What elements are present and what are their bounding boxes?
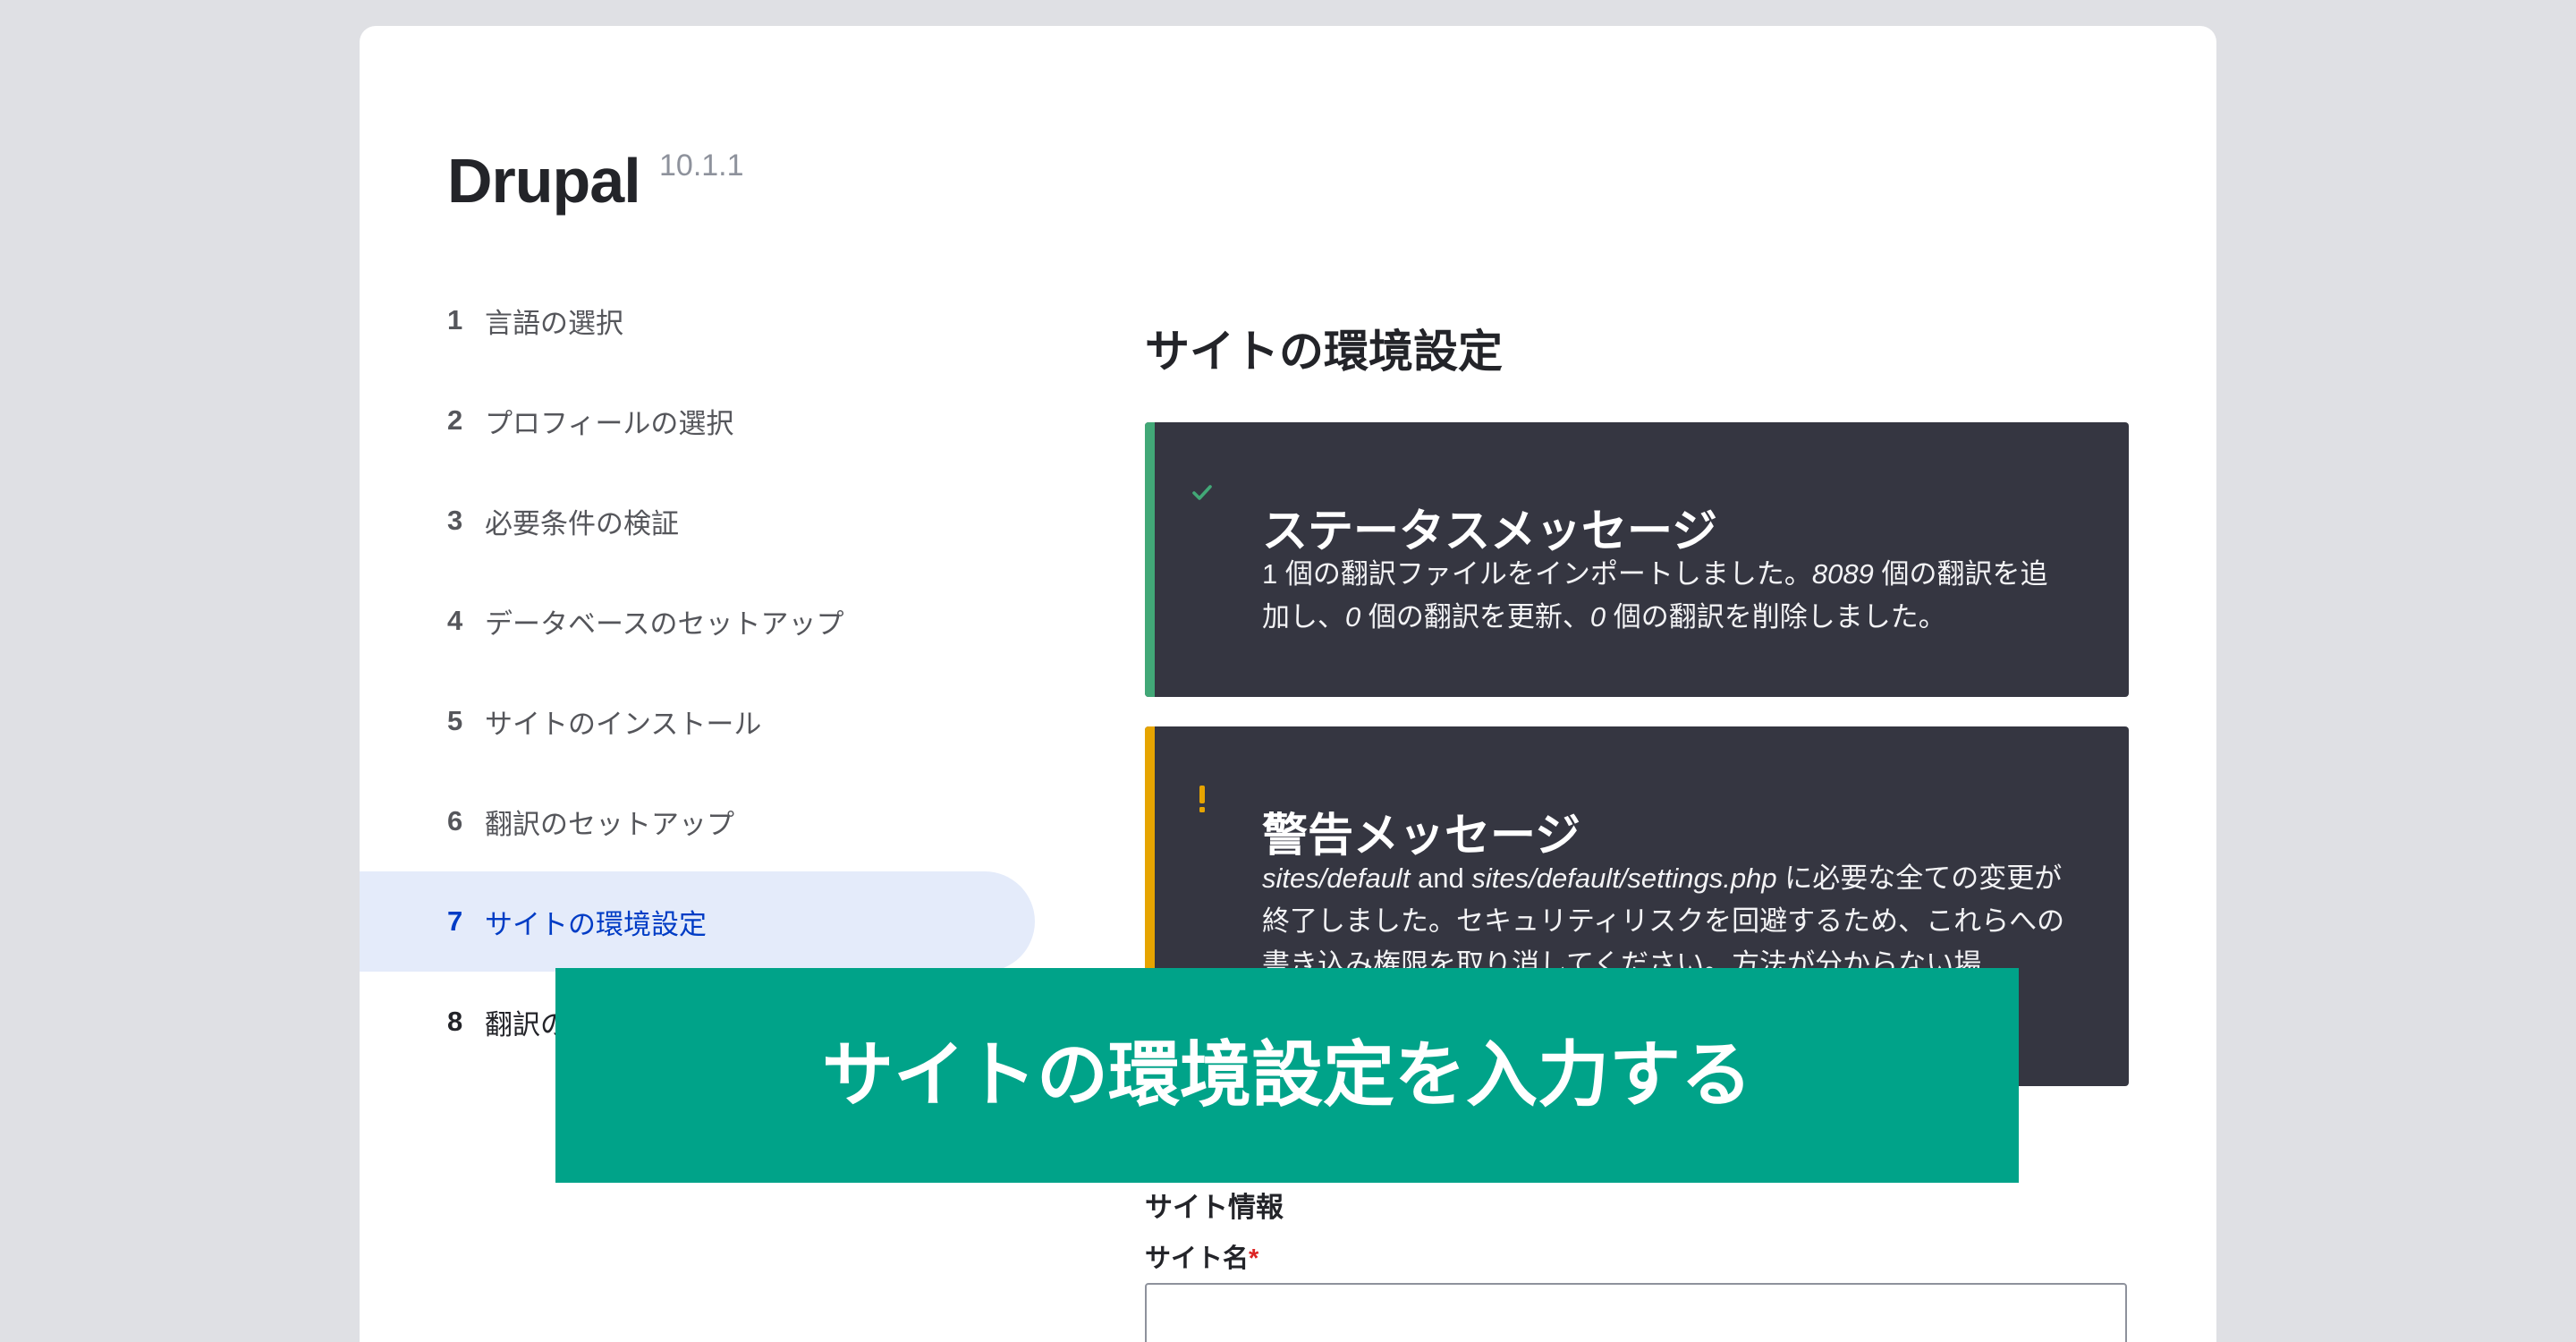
imported-count: 8089 (1811, 558, 1874, 590)
step-item-4: 4 データベースのセットアップ (360, 571, 1035, 671)
install-steps-list: 1 言語の選択 2 プロフィールの選択 3 必要条件の検証 4 データベースのセ… (360, 270, 1035, 1072)
status-text: 個の翻訳を削除しました。 (1606, 601, 1946, 633)
site-name-label-text: サイト名 (1145, 1244, 1250, 1273)
status-text: 1 個の翻訳ファイルをインポートしました。 (1262, 558, 1812, 590)
step-label: プロフィールの選択 (485, 407, 734, 439)
app-title: Drupal (447, 146, 641, 216)
step-item-5: 5 サイトのインストール (360, 671, 1035, 771)
step-number: 4 (447, 605, 463, 636)
step-label: サイトの環境設定 (485, 908, 707, 940)
step-number: 8 (447, 1006, 463, 1037)
caption-banner: サイトの環境設定を入力する (555, 968, 2019, 1183)
step-number: 6 (447, 805, 463, 837)
required-marker: * (1249, 1244, 1259, 1273)
file-path: sites/default/settings.php (1471, 862, 1777, 894)
step-number: 5 (447, 705, 463, 736)
status-message-body: 1 個の翻訳ファイルをインポートしました。8089 個の翻訳を追加し、0 個の翻… (1262, 553, 2067, 639)
exclamation-icon (1199, 786, 1205, 812)
step-label: 言語の選択 (485, 307, 623, 339)
step-label: 必要条件の検証 (485, 507, 679, 539)
status-accent-bar (1145, 422, 1155, 697)
site-info-heading: サイト情報 (1145, 1192, 1284, 1223)
warning-text: and (1410, 862, 1472, 894)
site-name-input[interactable] (1145, 1283, 2127, 1342)
step-number: 2 (447, 404, 463, 436)
step-number: 1 (447, 304, 463, 336)
check-icon (1192, 485, 1212, 500)
step-label: 翻訳のセットアップ (485, 808, 734, 840)
step-label: データベースのセットアップ (485, 607, 844, 640)
status-message-title: ステータスメッセージ (1262, 505, 1717, 557)
step-number: 7 (447, 905, 463, 937)
caption-text: サイトの環境設定を入力する (822, 1033, 1752, 1117)
step-item-1: 1 言語の選択 (360, 270, 1035, 370)
step-item-7-active: 7 サイトの環境設定 (360, 871, 1035, 972)
status-text: 個の翻訳を更新、 (1360, 601, 1590, 633)
step-label: サイトのインストール (485, 708, 762, 740)
file-path: sites/default (1262, 862, 1411, 894)
status-message: ステータスメッセージ 1 個の翻訳ファイルをインポートしました。8089 個の翻… (1145, 422, 2129, 697)
page-title: サイトの環境設定 (1145, 326, 1503, 377)
step-item-3: 3 必要条件の検証 (360, 471, 1035, 571)
warning-message-body: sites/default and sites/default/settings… (1262, 857, 2067, 986)
step-number: 3 (447, 505, 463, 536)
step-item-6: 6 翻訳のセットアップ (360, 771, 1035, 871)
deleted-count: 0 (1589, 601, 1606, 633)
site-name-label: サイト名* (1145, 1244, 1258, 1274)
app-version: 10.1.1 (659, 149, 744, 183)
step-item-2: 2 プロフィールの選択 (360, 370, 1035, 471)
warning-message-title: 警告メッセージ (1262, 810, 1580, 862)
updated-count: 0 (1345, 601, 1361, 633)
